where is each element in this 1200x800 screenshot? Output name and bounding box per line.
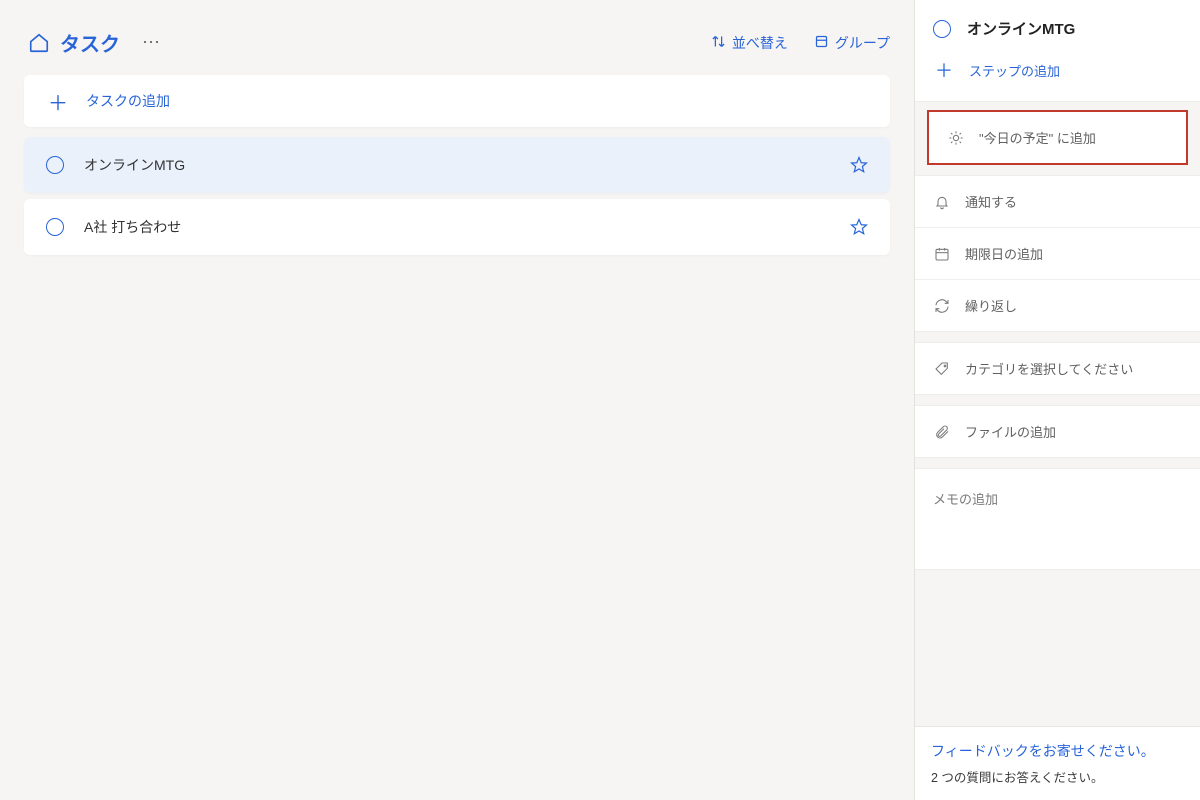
task-title: オンラインMTG (84, 155, 830, 175)
category-section: カテゴリを選択してください (915, 342, 1200, 395)
add-task-input[interactable]: ＋ タスクの追加 (24, 75, 890, 127)
repeat-icon (933, 298, 951, 314)
task-list: ＋ タスクの追加 オンラインMTG A社 打ち合わせ (0, 75, 914, 255)
tag-icon (933, 361, 951, 377)
feedback-box[interactable]: フィードバックをお寄せください。 2 つの質問にお答えください。 (915, 726, 1200, 800)
sort-button[interactable]: 並べ替え (711, 33, 788, 53)
task-title: A社 打ち合わせ (84, 217, 830, 237)
group-label: グループ (835, 33, 890, 53)
star-icon[interactable] (850, 218, 868, 236)
add-to-myday-button[interactable]: "今日の予定" に追加 (929, 112, 1186, 163)
page-title: タスク (60, 28, 120, 57)
remind-button[interactable]: 通知する (915, 176, 1200, 228)
memo-placeholder: メモの追加 (933, 492, 998, 507)
add-step-button[interactable]: ＋ ステップの追加 (933, 39, 1182, 85)
due-date-button[interactable]: 期限日の追加 (915, 228, 1200, 280)
plus-icon: ＋ (48, 87, 68, 116)
calendar-icon (933, 246, 951, 262)
file-section: ファイルの追加 (915, 405, 1200, 458)
group-icon (814, 34, 829, 52)
add-file-label: ファイルの追加 (965, 422, 1056, 441)
plus-icon: ＋ (935, 57, 953, 83)
panel-head: オンラインMTG ＋ ステップの追加 (915, 0, 1200, 102)
sort-label: 並べ替え (732, 33, 788, 53)
paperclip-icon (933, 424, 951, 440)
sort-icon (711, 34, 726, 52)
feedback-sub: 2 つの質問にお答えください。 (931, 767, 1184, 786)
header-left: タスク ⋯ (28, 28, 167, 57)
main-area: タスク ⋯ 並べ替え グループ (0, 0, 914, 800)
add-to-myday-highlight: "今日の予定" に追加 (927, 110, 1188, 165)
category-label: カテゴリを選択してください (965, 359, 1133, 378)
remind-label: 通知する (965, 192, 1017, 211)
feedback-title: フィードバックをお寄せください。 (931, 741, 1184, 761)
panel-title: オンラインMTG (967, 18, 1075, 39)
category-button[interactable]: カテゴリを選択してください (915, 343, 1200, 394)
sun-icon (947, 130, 965, 146)
add-step-label: ステップの追加 (969, 61, 1060, 80)
panel-title-row: オンラインMTG (933, 18, 1182, 39)
complete-circle-icon[interactable] (933, 20, 951, 38)
due-date-label: 期限日の追加 (965, 244, 1043, 263)
task-row[interactable]: オンラインMTG (24, 137, 890, 193)
add-file-button[interactable]: ファイルの追加 (915, 406, 1200, 457)
add-to-myday-label: "今日の予定" に追加 (979, 128, 1096, 147)
memo-input[interactable]: メモの追加 (915, 468, 1200, 570)
home-icon (28, 32, 50, 54)
repeat-button[interactable]: 繰り返し (915, 280, 1200, 331)
complete-circle-icon[interactable] (46, 156, 64, 174)
add-task-label: タスクの追加 (86, 91, 170, 111)
star-icon[interactable] (850, 156, 868, 174)
task-row[interactable]: A社 打ち合わせ (24, 199, 890, 255)
header: タスク ⋯ 並べ替え グループ (0, 28, 914, 75)
schedule-section: 通知する 期限日の追加 繰り返し (915, 175, 1200, 332)
more-icon[interactable]: ⋯ (136, 32, 167, 53)
complete-circle-icon[interactable] (46, 218, 64, 236)
detail-panel: オンラインMTG ＋ ステップの追加 "今日の予定" に追加 (914, 0, 1200, 800)
group-button[interactable]: グループ (814, 33, 890, 53)
bell-icon (933, 194, 951, 210)
header-right: 並べ替え グループ (711, 33, 890, 53)
repeat-label: 繰り返し (965, 296, 1017, 315)
